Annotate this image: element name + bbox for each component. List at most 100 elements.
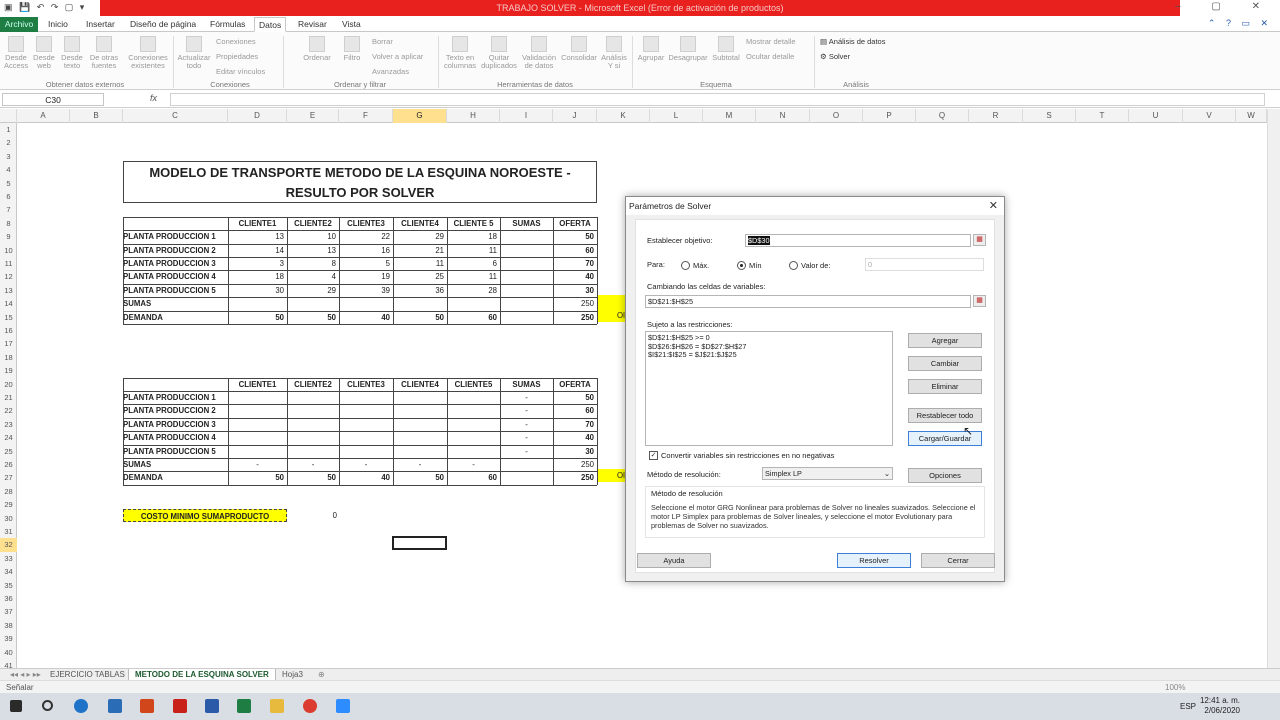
column-header[interactable]: SUMAS [500,378,553,391]
row-header[interactable]: 32 [0,538,17,552]
ordenar-button[interactable]: Ordenar [300,36,334,62]
sumas-cell[interactable]: - [228,458,287,471]
demanda-cell[interactable]: 50 [228,471,287,484]
allocation-cell[interactable] [447,418,500,431]
demanda-label[interactable]: DEMANDA [123,311,228,324]
column-header[interactable]: CLIENTE4 [393,378,447,391]
cost-cell[interactable] [500,230,553,243]
allocation-cell[interactable] [228,391,287,404]
cost-cell[interactable]: 19 [339,270,393,283]
ocultar-detalle-button[interactable]: Ocultar detalle [746,52,794,61]
collapse-ref-icon[interactable]: ▦ [973,234,986,246]
mostrar-detalle-button[interactable]: Mostrar detalle [746,37,796,46]
column-header[interactable]: CLIENTE1 [228,378,287,391]
restricciones-list[interactable]: $D$21:$H$25 >= 0 $D$26:$H$26 = $D$27:$H$… [645,331,893,446]
filtro-button[interactable]: Filtro [338,36,366,62]
allocation-cell[interactable] [228,418,287,431]
oferta-cell[interactable]: 50 [553,391,597,404]
row-header[interactable]: 16 [0,324,17,337]
column-header[interactable]: CLIENTE2 [287,378,339,391]
quitar-duplicados-button[interactable]: Quitar duplicados [480,36,518,70]
sumas-cell[interactable] [228,297,287,310]
allocation-cell[interactable] [447,404,500,417]
allocation-cell[interactable] [393,431,447,444]
row-header[interactable]: 36 [0,592,17,605]
column-header[interactable]: CLIENTE2 [287,217,339,230]
demanda-cell[interactable]: 50 [393,311,447,324]
cost-cell[interactable]: 13 [287,244,339,257]
demanda-cell[interactable]: 60 [447,311,500,324]
col-u[interactable]: U [1129,109,1183,123]
plant-label[interactable]: PLANTA PRODUCCION 4 [123,270,228,283]
sumas-cell[interactable]: - [500,418,553,431]
windows-start-icon[interactable] [10,700,22,712]
cost-cell[interactable]: 8 [287,257,339,270]
col-d[interactable]: D [228,109,287,123]
language-indicator[interactable]: ESP [1180,702,1196,711]
analisis-datos-button[interactable]: ▤ Análisis de datos [820,37,885,46]
allocation-cell[interactable] [287,445,339,458]
allocation-cell[interactable] [339,431,393,444]
cost-cell[interactable]: 29 [287,284,339,297]
column-header[interactable]: OFERTA [553,378,597,391]
row-header[interactable]: 8 [0,217,17,230]
sumas-cell[interactable]: - [500,445,553,458]
cost-cell[interactable]: 50 [553,230,597,243]
sumas-cell[interactable] [339,297,393,310]
cost-cell[interactable]: 18 [228,270,287,283]
cost-cell[interactable] [500,244,553,257]
cost-cell[interactable]: 18 [447,230,500,243]
demanda-cell[interactable] [500,311,553,324]
collapse-ref-icon[interactable]: ▦ [973,295,986,307]
name-box[interactable]: C30 [2,93,104,106]
allocation-cell[interactable] [287,404,339,417]
agrupar-button[interactable]: Agrupar [636,36,666,62]
validacion-button[interactable]: Validación de datos [520,36,558,70]
plant-label[interactable]: PLANTA PRODUCCION 1 [123,230,228,243]
cost-cell[interactable]: 30 [228,284,287,297]
row-header[interactable]: 3 [0,150,17,163]
select-all[interactable] [0,109,17,123]
objetivo-input[interactable]: $D$30 [745,234,971,247]
row-header[interactable]: 24 [0,431,17,444]
cost-cell[interactable]: 29 [393,230,447,243]
plant-label[interactable]: PLANTA PRODUCCION 1 [123,391,228,404]
sumas-cell[interactable] [393,297,447,310]
col-g[interactable]: G [393,109,447,123]
valor-input[interactable]: 0 [865,258,984,271]
col-l[interactable]: L [650,109,703,123]
max-radio[interactable] [681,261,690,270]
cerrar-button[interactable]: Cerrar [921,553,995,568]
allocation-cell[interactable] [393,404,447,417]
solver-button[interactable]: ⚙ Solver [820,52,850,61]
col-s[interactable]: S [1023,109,1076,123]
cambiando-input[interactable]: $D$21:$H$25 [645,295,971,308]
sumas-cell[interactable] [287,297,339,310]
allocation-cell[interactable] [339,391,393,404]
cost-cell[interactable]: 4 [287,270,339,283]
column-header[interactable]: CLIENTE1 [228,217,287,230]
demanda-cell[interactable]: 50 [287,471,339,484]
cost-cell[interactable] [500,257,553,270]
convertir-checkbox[interactable]: ✓ [649,451,658,460]
row-header[interactable]: 26 [0,458,17,471]
cost-cell[interactable]: 60 [553,244,597,257]
desde-access-button[interactable]: Desde Access [4,36,28,70]
row-header[interactable]: 15 [0,311,17,324]
quick-access-toolbar[interactable]: ▣ 💾 ↶ ↷ ▢ ▾ [4,2,86,13]
row-header[interactable]: 28 [0,485,17,498]
col-p[interactable]: P [863,109,916,123]
allocation-cell[interactable] [228,431,287,444]
tab-insertar[interactable]: Insertar [82,17,119,32]
formula-input[interactable] [170,93,1265,106]
active-cell[interactable] [392,536,447,550]
demanda-cell[interactable]: 40 [339,311,393,324]
sumas-cell[interactable]: - [500,431,553,444]
analisis-ysi-button[interactable]: Análisis Y si [599,36,629,70]
allocation-cell[interactable] [447,391,500,404]
cost-cell[interactable]: 30 [553,284,597,297]
opciones-button[interactable]: Opciones [908,468,982,483]
actualizar-todo-button[interactable]: Actualizar todo [176,36,212,70]
powerpoint-icon[interactable] [140,699,154,713]
tab-formulas[interactable]: Fórmulas [206,17,249,32]
